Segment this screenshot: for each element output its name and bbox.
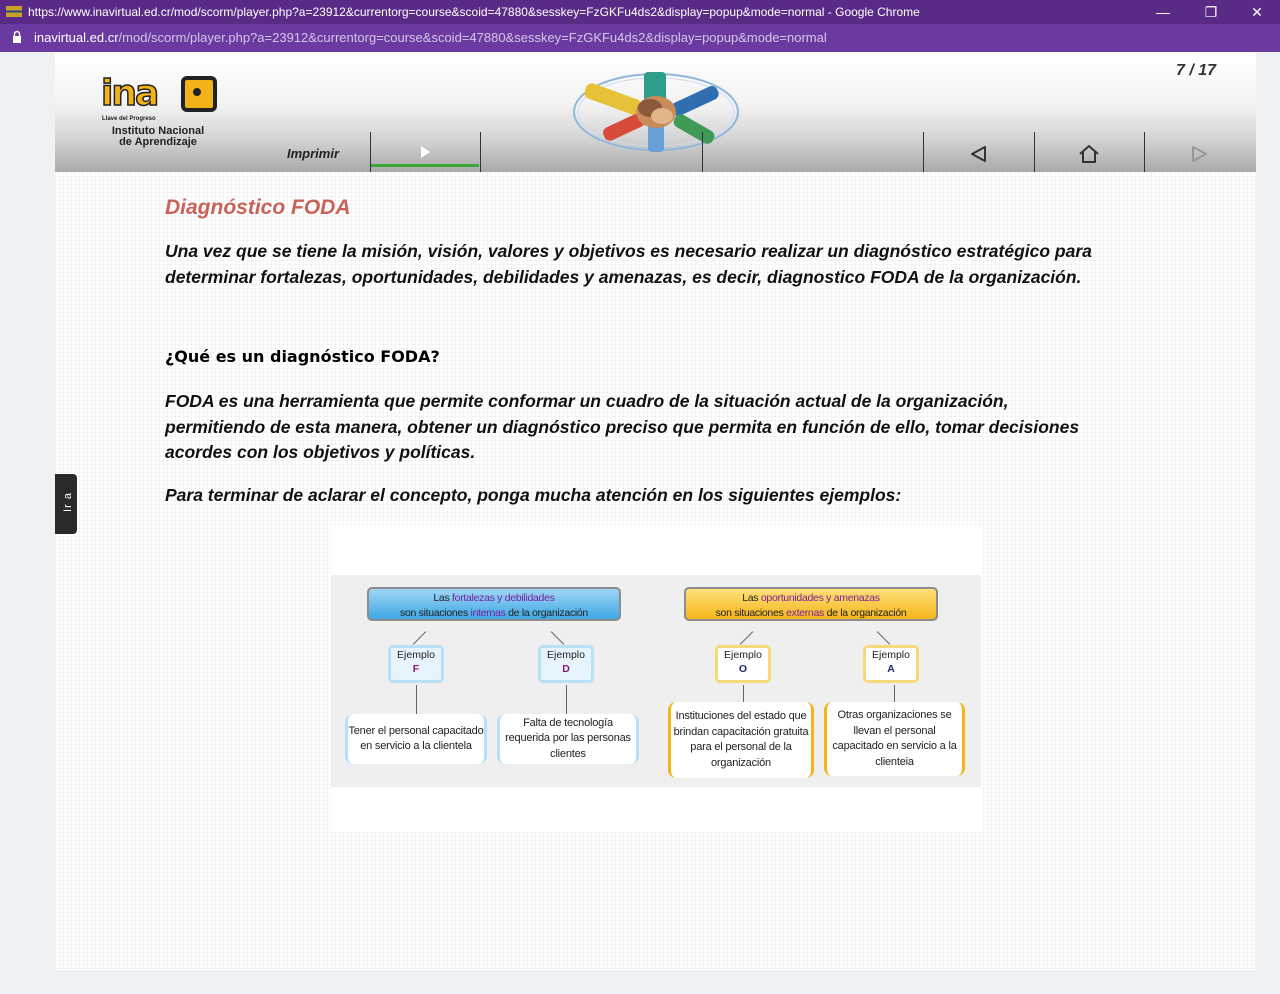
external-factors-header: Las oportunidades y amenazas son situaci… [684,587,938,621]
lock-icon [13,30,21,43]
example-d-badge: Ejemplo D [538,645,594,683]
logo-key-icon [181,76,217,112]
window-title: https://www.inavirtual.ed.cr/mod/scorm/p… [28,5,920,19]
logo-institution-name: Instituto Nacional de Aprendizaje [111,125,205,148]
section-question: ¿Qué es un diagnóstico FODA? [165,347,440,366]
connector-line [566,685,567,715]
logo-tagline: Llave del Progreso [102,116,156,122]
example-d-text: Falta de tecnología requerida por las pe… [497,714,639,764]
minimize-button[interactable]: — [1140,2,1186,22]
teamwork-hands-illustration [573,72,739,152]
play-button[interactable] [371,138,479,172]
favicon-icon [6,6,22,17]
scorm-page: ina Llave del Progreso Instituto Naciona… [55,52,1256,970]
connector-line [416,685,417,715]
url-text[interactable]: inavirtual.ed.cr/mod/scorm/player.php?a=… [34,30,827,45]
intro-paragraph: Una vez que se tiene la misión, visión, … [165,241,1092,287]
example-a-text: Otras organizaciones se llevan el person… [824,702,965,776]
restore-button[interactable]: ❐ [1188,2,1234,22]
page-title: Diagnóstico FODA [165,196,351,219]
nav-divider [1034,132,1035,172]
example-o-text: Instituciones del estado que brindan cap… [668,702,814,778]
definition-paragraph: FODA es una herramienta que permite conf… [165,391,1080,462]
example-f-text: Tener el personal capacitado en servicio… [345,714,487,764]
nav-divider [923,132,924,172]
example-f-badge: Ejemplo F [388,645,444,683]
nav-divider [480,132,481,172]
example-o-badge: Ejemplo O [715,645,771,683]
browser-title-bar: https://www.inavirtual.ed.cr/mod/scorm/p… [0,0,1280,24]
play-icon [421,146,430,158]
example-a-badge: Ejemplo A [863,645,919,683]
progress-bar [371,164,479,167]
nav-divider [702,132,703,172]
logo-word: ina [100,73,160,115]
internal-factors-header: Las fortalezas y debilidades son situaci… [367,587,621,621]
foda-diagram: Las fortalezas y debilidades son situaci… [331,525,981,832]
nav-divider [1144,132,1145,172]
home-icon[interactable] [1077,144,1101,164]
page-counter: 7 / 17 [1176,62,1217,79]
back-arrow-icon[interactable] [967,144,991,164]
close-button[interactable]: ✕ [1234,2,1280,22]
next-arrow-icon[interactable] [1187,144,1211,164]
print-button[interactable]: Imprimir [287,146,339,161]
goto-side-tab[interactable]: Ir a [55,474,77,534]
course-header: ina Llave del Progreso Instituto Naciona… [55,52,1256,172]
closing-paragraph: Para terminar de aclarar el concepto, po… [165,485,902,505]
address-bar[interactable]: inavirtual.ed.cr/mod/scorm/player.php?a=… [0,24,1280,52]
side-tab-label: Ir a [61,492,74,512]
